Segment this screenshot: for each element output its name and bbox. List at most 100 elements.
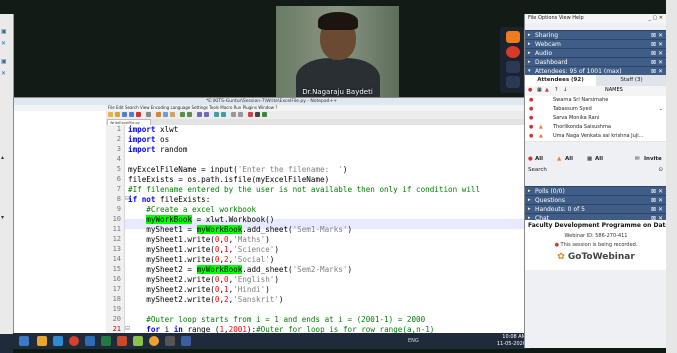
- section-attendees[interactable]: ▾ Attendees: 95 of 1001 (max) ⊠ ✕: [525, 66, 667, 75]
- gtw-menu-bar[interactable]: File Options View Help _ ▢ ✕: [525, 14, 667, 23]
- tray-language[interactable]: ENG: [408, 338, 419, 344]
- powerpoint-icon[interactable]: [117, 336, 127, 346]
- hand-icon[interactable]: ▲: [545, 87, 549, 93]
- notepadpp-icon[interactable]: [133, 336, 143, 346]
- undo-icon[interactable]: [180, 112, 185, 117]
- chrome-icon[interactable]: [69, 336, 79, 346]
- microphone-icon[interactable]: [506, 46, 520, 58]
- string-literal: 'Sem2-Marks': [292, 265, 348, 274]
- replace-icon[interactable]: [204, 112, 209, 117]
- chevron-down-icon[interactable]: ⊙: [658, 166, 663, 175]
- mic-icon: ●: [529, 97, 534, 103]
- record-macro-icon[interactable]: [248, 112, 253, 117]
- section-questions[interactable]: ▸ Questions ⊠ ✕: [525, 195, 667, 204]
- number-literal: 0: [214, 255, 220, 264]
- section-dashboard[interactable]: ▸ Dashboard ⊠ ✕: [525, 57, 667, 66]
- recording-text: This session is being recorded.: [560, 242, 638, 248]
- section-label: Handouts: 0 of 5: [535, 206, 585, 213]
- gotowebinar-flower-icon: ✿: [557, 252, 565, 262]
- start-icon[interactable]: [19, 336, 29, 346]
- section-polls[interactable]: ▸ Polls (0/0) ⊠ ✕: [525, 186, 667, 195]
- chevron-down-icon[interactable]: ⌄: [659, 105, 663, 114]
- code-line: mySheet1.write(0,2,'Social'): [128, 255, 275, 264]
- search-highlight: myWorkBook: [196, 265, 243, 274]
- save-icon[interactable]: [122, 112, 127, 117]
- help-icon[interactable]: ?: [555, 87, 558, 93]
- gtw-menu-items[interactable]: File Options View Help: [528, 15, 584, 21]
- filter-all-hand[interactable]: All: [565, 154, 573, 164]
- file-explorer-icon[interactable]: [37, 336, 47, 346]
- mic-icon: ●: [529, 106, 534, 112]
- presenter-hair: [318, 12, 358, 30]
- close-icon[interactable]: ✕: [1, 70, 11, 78]
- indent-guide-icon[interactable]: [238, 112, 243, 117]
- redo-icon[interactable]: [187, 112, 192, 117]
- line-number: 8: [116, 195, 121, 203]
- search-input[interactable]: Search ⊙: [525, 166, 667, 175]
- close-icon[interactable]: ✕: [1, 40, 11, 48]
- notepad-window[interactable]: *E:\KITS-Guntur\Session-7\Write\ExcelFil…: [13, 97, 530, 342]
- code-line: import random: [128, 145, 188, 154]
- search-highlight: myWorkBook: [146, 215, 193, 224]
- screen-share-icon[interactable]: [506, 76, 520, 88]
- open-file-icon[interactable]: [115, 112, 120, 117]
- restore-icon[interactable]: ▣: [1, 28, 11, 36]
- hand-icon[interactable]: ▲: [557, 154, 561, 164]
- new-file-icon[interactable]: [108, 112, 113, 117]
- filter-all-grid[interactable]: All: [595, 154, 603, 164]
- copy-icon[interactable]: [163, 112, 168, 117]
- scroll-icon[interactable]: ▴: [1, 154, 11, 162]
- tab-staff[interactable]: Staff (3): [596, 75, 667, 86]
- excel-icon[interactable]: [101, 336, 111, 346]
- tray-clock[interactable]: 10:08 AM 11-05-2020: [497, 334, 526, 348]
- edge-icon[interactable]: [53, 336, 63, 346]
- hand-icon: ▲: [539, 124, 543, 130]
- app-icon[interactable]: [165, 336, 175, 346]
- taskbar: ENG 10:08 AM 11-05-2020: [13, 333, 530, 349]
- code-editor[interactable]: 1 import xlwt 2 import os 3 import rando…: [106, 125, 529, 333]
- tab-attendees[interactable]: Attendees (92): [525, 75, 596, 86]
- gotowebinar-icon[interactable]: [149, 336, 159, 346]
- close-file-icon[interactable]: [136, 112, 141, 117]
- zoom-out-icon[interactable]: [221, 112, 226, 117]
- grid-icon[interactable]: ▦: [537, 87, 542, 93]
- save-all-icon[interactable]: [129, 112, 134, 117]
- wrap-icon[interactable]: [231, 112, 236, 117]
- app-icon[interactable]: [181, 336, 191, 346]
- code-line: #Create a excel workbook: [128, 205, 257, 214]
- filter-all-mic[interactable]: All: [535, 154, 543, 164]
- invite-icon[interactable]: ✉: [635, 154, 640, 164]
- line-number: 17: [112, 285, 121, 293]
- print-icon[interactable]: [146, 112, 151, 117]
- section-sharing[interactable]: ▸ Sharing ⊠ ✕: [525, 30, 667, 39]
- window-controls-icon[interactable]: _ ▢ ✕: [648, 14, 663, 23]
- paste-icon[interactable]: [170, 112, 175, 117]
- play-macro-icon[interactable]: [262, 112, 267, 117]
- left-window-strip: ▣ ✕ ▣ ✕ ▴ ▾: [0, 14, 14, 334]
- mic-icon[interactable]: ●: [528, 87, 532, 93]
- cut-icon[interactable]: [156, 112, 161, 117]
- scroll-icon[interactable]: ▾: [1, 214, 11, 222]
- section-audio[interactable]: ▸ Audio ⊠ ✕: [525, 48, 667, 57]
- section-handouts[interactable]: ▸ Handouts: 0 of 5 ⊠ ✕: [525, 204, 667, 213]
- grid-icon[interactable]: ▦: [587, 154, 592, 164]
- find-icon[interactable]: [197, 112, 202, 117]
- number-literal: 0: [224, 275, 229, 284]
- attendee-name: Sarva Monika Rani: [553, 115, 600, 121]
- section-webcam[interactable]: ▸ Webcam ⊠ ✕: [525, 39, 667, 48]
- list-item[interactable]: ● ▲ Uma Naga Venkata sai krishna Juji...: [525, 132, 667, 142]
- zoom-in-icon[interactable]: [214, 112, 219, 117]
- collapse-panel-icon[interactable]: [506, 31, 520, 43]
- minimize-icon[interactable]: ↓: [563, 87, 567, 93]
- webinar-title: Faculty Development Programme on Data...: [528, 222, 677, 229]
- attendee-tabs: Attendees (92) Staff (3): [525, 75, 667, 86]
- mic-icon[interactable]: ●: [528, 154, 533, 164]
- webcam-presenter-name: Dr.Nagaraju Baydeti: [302, 88, 373, 96]
- restore-icon[interactable]: ▣: [1, 58, 11, 66]
- webcam-icon[interactable]: [506, 61, 520, 73]
- attendee-filter-bar: ● All ▲ All ▦ All ✉ Invite: [525, 154, 667, 164]
- number-literal: 0: [214, 275, 220, 284]
- stop-macro-icon[interactable]: [255, 112, 260, 117]
- invite-button[interactable]: Invite: [644, 154, 662, 164]
- word-icon[interactable]: [85, 336, 95, 346]
